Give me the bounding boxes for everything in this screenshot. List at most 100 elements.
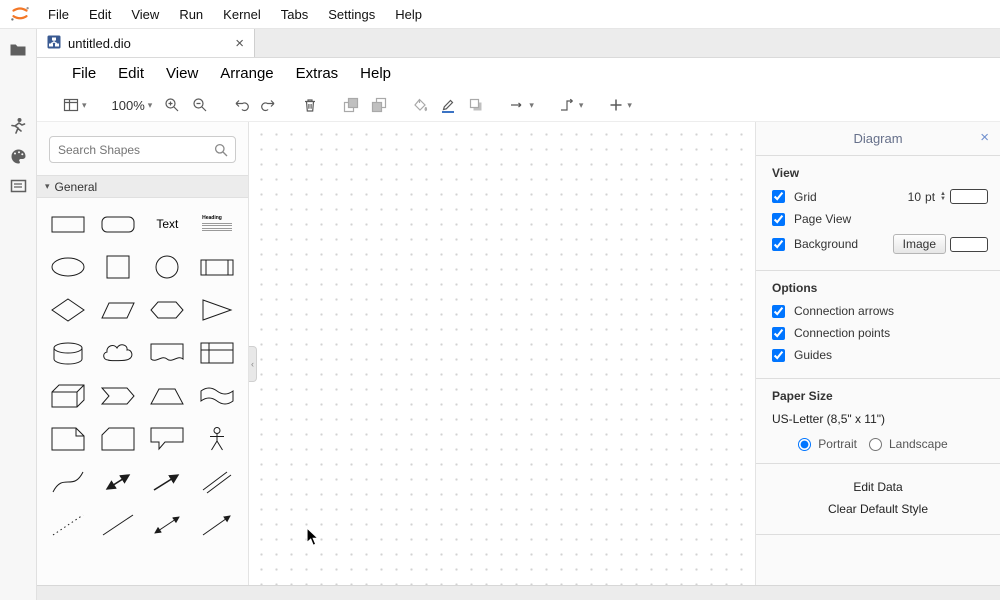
- drawio-menu-arrange[interactable]: Arrange: [209, 65, 284, 82]
- tab-untitled-dio[interactable]: untitled.dio ×: [37, 29, 255, 57]
- insert-dropdown[interactable]: ▾: [602, 92, 638, 118]
- drawio-menu-help[interactable]: Help: [349, 65, 402, 82]
- view-section: View Grid 10 pt ▲▼: [756, 156, 1000, 271]
- shape-cube[interactable]: [48, 382, 88, 410]
- view-dropdown-button[interactable]: ▾: [57, 92, 93, 118]
- shape-internal-storage[interactable]: [197, 339, 237, 367]
- shape-hexagon[interactable]: [147, 296, 187, 324]
- delete-button[interactable]: [296, 92, 324, 118]
- paper-size-select[interactable]: US-Letter (8,5" x 11"): [756, 408, 1000, 430]
- drawio-menu-extras[interactable]: Extras: [285, 65, 350, 82]
- jupyter-menu-edit[interactable]: Edit: [79, 7, 121, 22]
- portrait-radio[interactable]: [798, 438, 811, 451]
- shape-bidirectional-arrow[interactable]: [98, 468, 138, 496]
- shadow-button[interactable]: [462, 92, 490, 118]
- jupyter-menu-tabs[interactable]: Tabs: [271, 7, 318, 22]
- heading-shape-preview: Heading: [202, 215, 232, 233]
- shape-square[interactable]: [98, 253, 138, 281]
- paper-size-section: Paper Size US-Letter (8,5" x 11") Portra…: [756, 379, 1000, 464]
- shape-cylinder[interactable]: [48, 339, 88, 367]
- shape-bidirectional-connector[interactable]: [147, 511, 187, 539]
- shape-document[interactable]: [147, 339, 187, 367]
- running-sessions-icon[interactable]: [10, 117, 26, 135]
- drawio-menu-edit[interactable]: Edit: [107, 65, 155, 82]
- shape-process[interactable]: [197, 253, 237, 281]
- jupyter-menu-run[interactable]: Run: [169, 7, 213, 22]
- search-icon[interactable]: [214, 143, 228, 162]
- shape-triangle[interactable]: [197, 296, 237, 324]
- shape-actor[interactable]: [197, 425, 237, 453]
- background-checkbox[interactable]: [772, 238, 785, 251]
- shape-tape[interactable]: [197, 382, 237, 410]
- zoom-level-dropdown[interactable]: 100% ▾: [106, 92, 159, 118]
- grid-size-value[interactable]: 10: [908, 190, 921, 204]
- shape-arrow[interactable]: [147, 468, 187, 496]
- jupyter-menu-view[interactable]: View: [121, 7, 169, 22]
- background-image-button[interactable]: Image: [893, 234, 946, 254]
- shape-rounded-rectangle[interactable]: [98, 210, 138, 238]
- shape-heading[interactable]: Heading: [197, 210, 237, 238]
- page-view-checkbox[interactable]: [772, 213, 785, 226]
- shape-cloud[interactable]: [98, 339, 138, 367]
- grid-size-unit: pt: [925, 190, 935, 204]
- close-icon[interactable]: ×: [980, 130, 989, 145]
- redo-button[interactable]: [255, 92, 283, 118]
- shape-diamond[interactable]: [48, 296, 88, 324]
- waypoints-dropdown[interactable]: ▾: [553, 92, 590, 118]
- tab-bar: untitled.dio ×: [37, 29, 1000, 58]
- diagram-canvas[interactable]: ‹: [249, 122, 755, 585]
- shape-callout[interactable]: [147, 425, 187, 453]
- shape-text[interactable]: Text: [147, 210, 187, 238]
- to-back-button[interactable]: [365, 92, 393, 118]
- open-tabs-icon[interactable]: [10, 178, 27, 194]
- grid-color-swatch[interactable]: [950, 189, 988, 204]
- to-front-button[interactable]: [337, 92, 365, 118]
- connection-points-checkbox[interactable]: [772, 327, 785, 340]
- jupyter-menu-settings[interactable]: Settings: [318, 7, 385, 22]
- jupyter-menu-file[interactable]: File: [38, 7, 79, 22]
- grid-size-stepper[interactable]: ▲▼: [940, 192, 946, 202]
- shape-directional-connector[interactable]: [197, 511, 237, 539]
- shape-dashed-line[interactable]: [48, 511, 88, 539]
- connection-points-label: Connection points: [794, 326, 890, 340]
- background-color-swatch[interactable]: [950, 237, 988, 252]
- zoom-out-button[interactable]: [186, 92, 214, 118]
- drawio-menu-view[interactable]: View: [155, 65, 209, 82]
- shape-circle[interactable]: [147, 253, 187, 281]
- panel-collapse-handle[interactable]: ‹: [249, 346, 257, 382]
- shape-note[interactable]: [48, 425, 88, 453]
- shape-link[interactable]: [197, 468, 237, 496]
- jupyter-menu-help[interactable]: Help: [385, 7, 432, 22]
- jupyter-menu-kernel[interactable]: Kernel: [213, 7, 271, 22]
- shape-ellipse[interactable]: [48, 253, 88, 281]
- edit-data-button[interactable]: Edit Data: [756, 476, 1000, 498]
- bottom-scroll-strip[interactable]: [37, 585, 1000, 600]
- connection-arrows-checkbox[interactable]: [772, 305, 785, 318]
- search-shapes-input[interactable]: [49, 136, 236, 163]
- tab-close-icon[interactable]: ×: [235, 36, 244, 51]
- format-panel-title[interactable]: Diagram: [853, 131, 902, 146]
- shape-step[interactable]: [98, 382, 138, 410]
- drawio-menubar: File Edit View Arrange Extras Help: [37, 58, 1000, 89]
- section-general[interactable]: ▾ General: [37, 175, 248, 198]
- file-browser-icon[interactable]: [9, 42, 27, 58]
- drawio-menu-file[interactable]: File: [61, 65, 107, 82]
- grid-checkbox[interactable]: [772, 190, 785, 203]
- shape-rectangle[interactable]: [48, 210, 88, 238]
- zoom-in-button[interactable]: [158, 92, 186, 118]
- undo-button[interactable]: [227, 92, 255, 118]
- shape-line[interactable]: [98, 511, 138, 539]
- line-color-button[interactable]: [434, 92, 462, 118]
- fill-color-button[interactable]: [406, 92, 434, 118]
- landscape-radio[interactable]: [869, 438, 882, 451]
- page-view-row: Page View: [756, 208, 1000, 230]
- connection-arrow-dropdown[interactable]: ▾: [503, 92, 540, 118]
- guides-checkbox[interactable]: [772, 349, 785, 362]
- shape-card[interactable]: [98, 425, 138, 453]
- shape-trapezoid[interactable]: [147, 382, 187, 410]
- drawio-file-icon: [47, 35, 61, 52]
- clear-default-style-button[interactable]: Clear Default Style: [756, 498, 1000, 520]
- command-palette-icon[interactable]: [10, 148, 27, 165]
- shape-parallelogram[interactable]: [98, 296, 138, 324]
- shape-curve[interactable]: [48, 468, 88, 496]
